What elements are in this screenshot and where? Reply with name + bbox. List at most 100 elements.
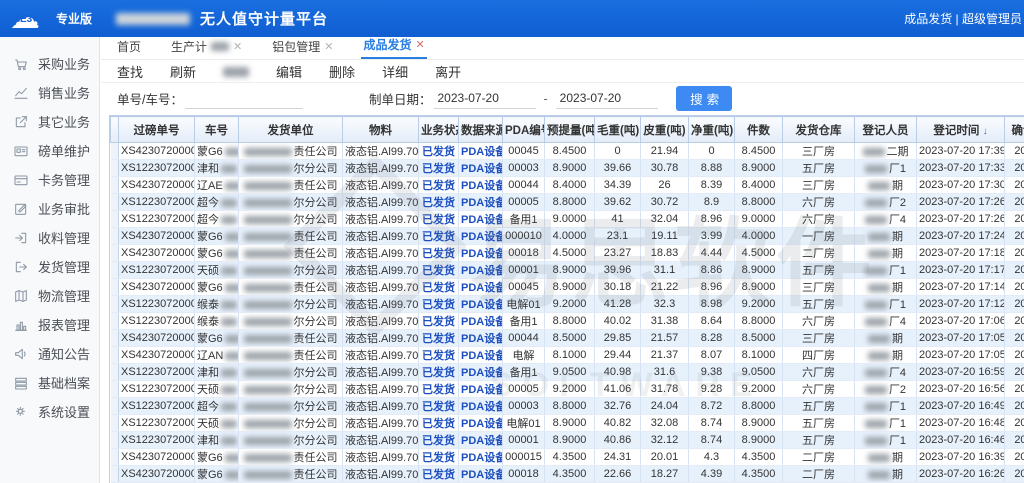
tab-首页[interactable]: 首页 — [115, 38, 143, 59]
table-row[interactable]: XS4230720000120蒙G6责任公司液态铝.Al99.70已发货PDA设… — [111, 143, 1024, 160]
sidebar-item-idcard[interactable]: 磅单维护 — [0, 136, 99, 165]
cell-gross: 40.82 — [595, 415, 641, 432]
column-header-source[interactable]: 数据来源 — [459, 117, 503, 143]
table-row[interactable]: XS12230720000089津和尔分公司液态铝.Al99.70DT已发货PD… — [111, 160, 1024, 177]
column-header-consignor[interactable]: 发货单位 — [239, 117, 343, 143]
cell-registrar: 厂1 — [855, 398, 917, 415]
row-selector-cell[interactable] — [111, 364, 119, 381]
cell-material: 液态铝.Al99.70 — [343, 228, 419, 245]
cell-consignor: 尔分公司 — [239, 296, 343, 313]
sidebar-item-arrow-out[interactable]: 发货管理 — [0, 252, 99, 281]
column-header-confirm[interactable]: 确认时间 — [1005, 117, 1024, 143]
close-tab-icon[interactable]: ✕ — [416, 38, 425, 51]
column-header-material[interactable]: 物料 — [343, 117, 419, 143]
table-row[interactable]: XS12230720000084津和尔分公司液态铝.Al99.70DT已发货PD… — [111, 432, 1024, 449]
tab-成品发货[interactable]: 成品发货✕ — [361, 36, 426, 59]
row-selector-cell[interactable] — [111, 228, 119, 245]
sidebar-item-arrow-in[interactable]: 收料管理 — [0, 223, 99, 252]
row-selector-cell[interactable] — [111, 381, 119, 398]
sidebar-item-speaker[interactable]: 通知公告 — [0, 339, 99, 368]
tab-生产计[interactable]: 生产计✕ — [169, 38, 244, 59]
row-selector-cell[interactable] — [111, 347, 119, 364]
column-header-tare[interactable]: 皮重(吨) — [641, 117, 689, 143]
table-row[interactable]: XS12230720000079天硕尔分公司液态铝.Al99.70DT已发货PD… — [111, 415, 1024, 432]
table-row[interactable]: XS4230720000115蒙G6责任公司液态铝.Al99.70已发货PDA设… — [111, 449, 1024, 466]
table-row[interactable]: XS12230720000080天硕尔分公司液态铝.Al99.70DT已发货PD… — [111, 262, 1024, 279]
order-number-input[interactable] — [185, 89, 303, 109]
row-selector-cell[interactable] — [111, 194, 119, 211]
table-row[interactable]: XS4230720000117蒙G6责任公司液态铝.Al99.70DT已发货PD… — [111, 466, 1024, 483]
table-row[interactable]: XS12230720000082缑泰尔分公司液态铝.Al99.70DT已发货PD… — [111, 313, 1024, 330]
row-selector-cell[interactable] — [111, 313, 119, 330]
cell-status: 已发货 — [419, 347, 459, 364]
date-from-input[interactable] — [434, 89, 536, 109]
table-row[interactable]: XS4230720000109蒙G6责任公司液态铝.Al99.70已发货PDA设… — [111, 279, 1024, 296]
table-row[interactable]: XS12230720000090超今尔分公司液态铝.Al99.70DT已发货PD… — [111, 211, 1024, 228]
toolbar-button-离开[interactable]: 离开 — [435, 62, 461, 81]
sidebar-item-share[interactable]: 其它业务 — [0, 107, 99, 136]
column-header-plate[interactable]: 车号 — [195, 117, 239, 143]
row-selector-cell[interactable] — [111, 466, 119, 483]
toolbar-button-编辑[interactable]: 编辑 — [276, 62, 302, 81]
column-header-pieces[interactable]: 件数 — [735, 117, 783, 143]
table-row[interactable]: XS4230720000119辽AN责任公司液态铝.Al99.70DT已发货PD… — [111, 347, 1024, 364]
sidebar-item-barchart[interactable]: 报表管理 — [0, 310, 99, 339]
row-selector-cell[interactable] — [111, 279, 119, 296]
sidebar-item-creditcard[interactable]: 卡务管理 — [0, 165, 99, 194]
column-header-planned[interactable]: 预提量(吨) — [545, 117, 595, 143]
row-selector-cell[interactable] — [111, 211, 119, 228]
row-selector-cell[interactable] — [111, 330, 119, 347]
cell-plate: 辽AE — [195, 177, 239, 194]
table-row[interactable]: XS12230720000088超今尔分公司液态铝.Al99.70DT已发货PD… — [111, 194, 1024, 211]
row-selector-cell[interactable] — [111, 415, 119, 432]
row-selector-cell[interactable] — [111, 449, 119, 466]
column-header-net[interactable]: 净重(吨) — [689, 117, 735, 143]
column-header-no[interactable]: 过磅单号 — [119, 117, 195, 143]
sidebar-item-edit[interactable]: 业务审批 — [0, 194, 99, 223]
column-header-gross[interactable]: 毛重(吨) — [595, 117, 641, 143]
row-selector-cell[interactable] — [111, 296, 119, 313]
cell-no: XS12230720000080 — [119, 262, 195, 279]
toolbar-button-删除[interactable]: 删除 — [329, 62, 355, 81]
column-header-time[interactable]: 登记时间 ↓ — [917, 117, 1005, 143]
column-header-sel[interactable] — [111, 117, 119, 143]
close-tab-icon[interactable]: ✕ — [324, 40, 333, 53]
column-header-status[interactable]: 业务状态 — [419, 117, 459, 143]
table-row[interactable]: XS12230720000083天硕尔分公司液态铝.Al99.70DT已发货PD… — [111, 381, 1024, 398]
search-button[interactable]: 搜索 — [676, 86, 732, 111]
cell-net: 8.96 — [689, 211, 735, 228]
table-row[interactable]: XS4230720000124蒙G6责任公司液态铝.Al99.70已发货PDA设… — [111, 228, 1024, 245]
row-selector-cell[interactable] — [111, 245, 119, 262]
row-selector-cell[interactable] — [111, 432, 119, 449]
row-selector-cell[interactable] — [111, 160, 119, 177]
row-selector-cell[interactable] — [111, 398, 119, 415]
date-to-input[interactable] — [556, 89, 658, 109]
table-row[interactable]: XS4230720000123蒙G6责任公司液态铝.Al99.70DT已发货PD… — [111, 245, 1024, 262]
row-selector-cell[interactable] — [111, 177, 119, 194]
sidebar-item-map[interactable]: 物流管理 — [0, 281, 99, 310]
toolbar-button-redacted[interactable] — [223, 64, 249, 79]
sidebar-item-archive[interactable]: 基础档案 — [0, 368, 99, 397]
cell-plate: 超今 — [195, 194, 239, 211]
table-row[interactable]: XS12230720000085超今尔分公司液态铝.Al99.70DT已发货PD… — [111, 398, 1024, 415]
sidebar-item-cart[interactable]: 采购业务 — [0, 49, 99, 78]
sidebar-item-trend[interactable]: 销售业务 — [0, 78, 99, 107]
sidebar-item-gear[interactable]: 系统设置 — [0, 397, 99, 426]
column-header-reg[interactable]: 登记人员 — [855, 117, 917, 143]
user-info[interactable]: 成品发货 | 超级管理员 — [904, 0, 1022, 37]
close-tab-icon[interactable]: ✕ — [233, 40, 242, 53]
table-row[interactable]: XS4230720000113蒙G6责任公司液态铝.Al99.70DT已发货PD… — [111, 330, 1024, 347]
tab-铝包管理[interactable]: 铝包管理✕ — [270, 38, 335, 59]
cell-status: 已发货 — [419, 245, 459, 262]
table-row[interactable]: XS12230720000086缑泰尔分公司液态铝.Al99.70DT已发货PD… — [111, 296, 1024, 313]
row-selector-cell[interactable] — [111, 262, 119, 279]
column-header-pda[interactable]: PDA编号 — [503, 117, 545, 143]
toolbar-button-详细[interactable]: 详细 — [382, 62, 408, 81]
toolbar-button-查找[interactable]: 查找 — [117, 62, 143, 81]
table-row[interactable]: XS4230720000116辽AE责任公司液态铝.Al99.70DT已发货PD… — [111, 177, 1024, 194]
table-row[interactable]: XS12230720000087津和尔分公司液态铝.Al99.70DT已发货PD… — [111, 364, 1024, 381]
toolbar-button-刷新[interactable]: 刷新 — [170, 62, 196, 81]
cell-warehouse: 二厂房 — [783, 466, 855, 483]
row-selector-cell[interactable] — [111, 143, 119, 160]
column-header-wh[interactable]: 发货仓库 — [783, 117, 855, 143]
